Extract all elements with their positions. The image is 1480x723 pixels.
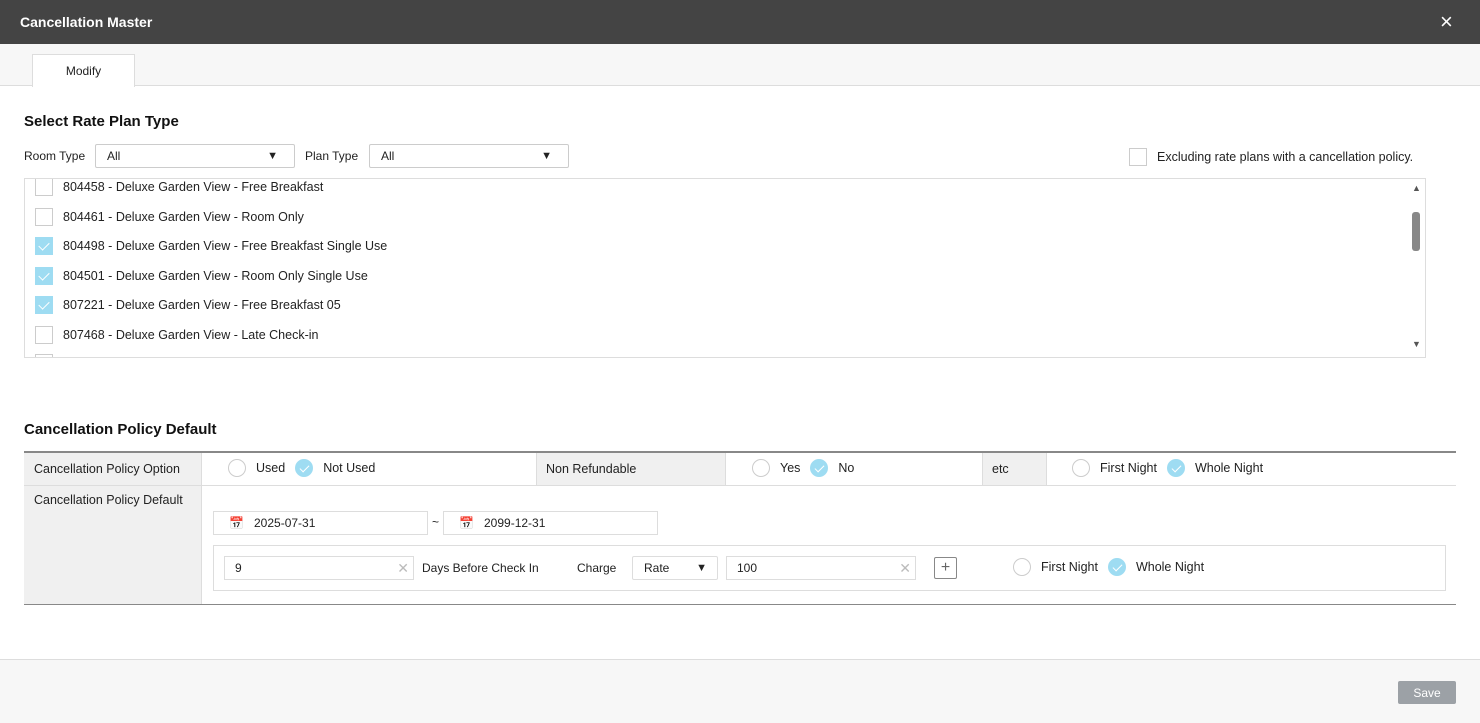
used-radio[interactable] (228, 459, 246, 477)
charge-value-input[interactable]: 100 ✕ (726, 556, 916, 580)
default-label: Cancellation Policy Default (34, 493, 183, 507)
not-used-label: Not Used (323, 461, 376, 475)
room-type-select[interactable]: All ▼ (95, 144, 295, 168)
policy-rule-row: 9 ✕ Days Before Check In Charge Rate ▼ 100… (213, 545, 1446, 591)
rate-plan-list: ▲ ▼ 804458 - Deluxe Garden View - Free B… (24, 178, 1426, 358)
charge-type-select[interactable]: Rate ▼ (632, 556, 718, 580)
checkbox[interactable] (35, 354, 53, 357)
checkbox[interactable] (35, 179, 53, 196)
room-type-label: Room Type (24, 149, 86, 163)
option-label: Cancellation Policy Option (34, 462, 180, 476)
rate-plan-item[interactable]: 804458 - Deluxe Garden View - Free Break… (35, 179, 324, 197)
checkbox[interactable] (35, 296, 53, 314)
no-label: No (838, 461, 855, 475)
date-from-input[interactable]: 📅 2025-07-31 (213, 511, 428, 535)
rate-plan-item[interactable]: 804501 - Deluxe Garden View - Room Only … (35, 266, 368, 286)
rule-first-night-label: First Night (1041, 560, 1098, 574)
yes-label: Yes (780, 461, 801, 475)
no-radio[interactable] (810, 459, 829, 477)
chevron-down-icon: ▼ (267, 150, 278, 162)
rule-whole-night-label: Whole Night (1135, 560, 1205, 574)
rule-whole-night-radio[interactable] (1107, 558, 1126, 576)
rate-plan-item[interactable]: 804498 - Deluxe Garden View - Free Break… (35, 236, 387, 256)
footer: Save (0, 659, 1480, 723)
checkbox[interactable] (35, 237, 53, 255)
rate-plan-label: 804501 - Deluxe Garden View - Room Only … (63, 268, 368, 283)
scroll-down-icon[interactable]: ▼ (1412, 339, 1421, 349)
chevron-down-icon: ▼ (696, 562, 707, 574)
non-refundable-label: Non Refundable (546, 462, 637, 476)
not-used-radio[interactable] (295, 459, 314, 477)
section-title-rate-plan: Select Rate Plan Type (24, 113, 179, 130)
tab-modify[interactable]: Modify (32, 54, 135, 87)
calendar-icon[interactable]: 📅 (229, 512, 244, 534)
used-label: Used (256, 461, 286, 475)
date-from-value: 2025-07-31 (254, 516, 316, 530)
days-input[interactable]: 9 ✕ (224, 556, 414, 580)
checkbox[interactable] (35, 266, 53, 285)
whole-night-radio[interactable] (1166, 459, 1185, 477)
scroll-up-icon[interactable]: ▲ (1412, 183, 1421, 193)
etc-label: etc (992, 462, 1009, 476)
window-title: Cancellation Master (20, 14, 153, 30)
chevron-down-icon: ▼ (541, 150, 552, 162)
first-night-label: First Night (1100, 461, 1157, 475)
tab-bar: Modify (0, 44, 1480, 87)
rule-first-night-radio[interactable] (1013, 558, 1031, 576)
rate-plan-label: 807221 - Deluxe Garden View - Free Break… (63, 298, 341, 312)
policy-table: Cancellation Policy Option Used Not Used… (24, 451, 1456, 605)
section-title-policy: Cancellation Policy Default (24, 421, 217, 438)
exclude-option[interactable]: Excluding rate plans with a cancellation… (1129, 148, 1413, 166)
close-icon[interactable]: × (1440, 9, 1453, 35)
rate-plan-label: 804498 - Deluxe Garden View - Free Break… (63, 239, 388, 253)
calendar-icon[interactable]: 📅 (459, 512, 474, 534)
plan-type-select[interactable]: All ▼ (369, 144, 569, 168)
charge-type-value: Rate (644, 561, 670, 575)
rate-plan-item[interactable]: 804461 - Deluxe Garden View - Room Only (35, 207, 304, 227)
date-to-input[interactable]: 📅 2099-12-31 (443, 511, 658, 535)
scroll-thumb[interactable] (1412, 212, 1420, 251)
plan-type-value: All (381, 149, 395, 163)
rate-plan-label: 807468 - Deluxe Garden View - Late Check… (63, 327, 319, 342)
scrollbar[interactable]: ▲ ▼ (1408, 179, 1425, 357)
add-icon[interactable]: + (934, 557, 957, 579)
rate-plan-label: 804461 - Deluxe Garden View - Room Only (63, 209, 304, 224)
checkbox[interactable] (35, 207, 53, 226)
charge-label: Charge (577, 561, 617, 575)
date-separator: ~ (432, 515, 440, 529)
charge-value: 100 (737, 561, 758, 575)
exclude-label: Excluding rate plans with a cancellation… (1157, 150, 1414, 164)
date-to-value: 2099-12-31 (484, 516, 546, 530)
room-type-value: All (107, 149, 121, 163)
days-value: 9 (235, 561, 242, 575)
rate-plan-item[interactable]: 807221 - Deluxe Garden View - Free Break… (35, 295, 341, 315)
rate-plan-label: 804458 - Deluxe Garden View - Free Break… (63, 180, 324, 194)
days-label: Days Before Check In (422, 561, 539, 575)
title-bar: Cancellation Master × (0, 0, 1480, 44)
rate-plan-item[interactable]: 807468 - Deluxe Garden View - Late Check… (35, 325, 318, 345)
save-button[interactable]: Save (1398, 681, 1456, 704)
clear-icon[interactable]: ✕ (397, 557, 409, 579)
first-night-radio[interactable] (1072, 459, 1090, 477)
yes-radio[interactable] (752, 459, 770, 477)
plan-type-label: Plan Type (305, 149, 359, 163)
checkbox[interactable] (35, 325, 53, 344)
whole-night-label: Whole Night (1194, 461, 1264, 475)
clear-icon[interactable]: ✕ (899, 557, 911, 579)
exclude-checkbox[interactable] (1129, 148, 1147, 166)
